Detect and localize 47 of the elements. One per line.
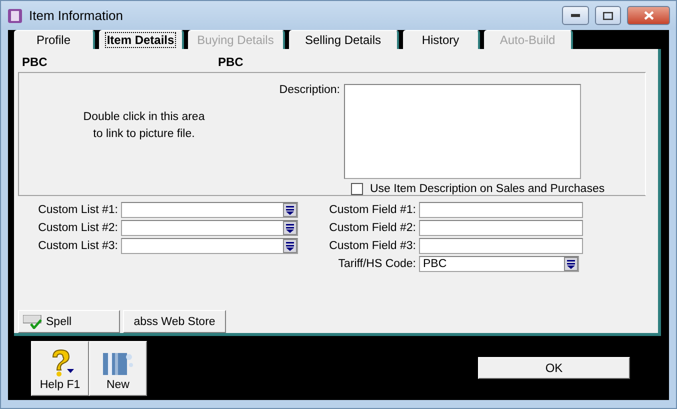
picture-hint: Double click in this area to link to picture file. [82, 110, 206, 142]
checkbox-label: Use Item Description on Sales and Purchases [370, 183, 605, 195]
item-number: PBC [21, 55, 48, 69]
field-label: Custom Field #2: [328, 222, 416, 234]
dropdown-icon [286, 224, 294, 232]
minimize-icon [571, 14, 580, 18]
help-button[interactable]: Help F1 [31, 341, 89, 396]
maximize-button[interactable] [595, 6, 621, 25]
tab[interactable]: Profile [14, 30, 95, 49]
field-label: Description: [279, 84, 340, 98]
window-title: Item Information [29, 8, 124, 23]
new-button[interactable]: New [89, 341, 147, 396]
text-field[interactable] [419, 202, 583, 218]
item-name: PBC [218, 55, 244, 69]
ok-button[interactable]: OK [478, 357, 630, 379]
minimize-button[interactable] [562, 6, 589, 25]
dropdown-icon [286, 242, 294, 250]
dropdown-icon [567, 260, 575, 268]
dropdown-button[interactable] [283, 221, 297, 235]
description-field[interactable] [344, 84, 581, 179]
dropdown-button[interactable] [564, 257, 578, 271]
text-field[interactable] [419, 238, 583, 254]
dropdown-button[interactable] [283, 239, 297, 253]
tab[interactable]: Item Details [99, 30, 184, 49]
field-label: Custom List #2: [37, 222, 118, 234]
dropdown-icon [286, 206, 294, 214]
tab[interactable]: History [403, 30, 480, 49]
tab[interactable]: Selling Details [289, 30, 399, 49]
close-icon [644, 11, 654, 20]
field-label: Custom List #1: [37, 204, 118, 216]
spell-button[interactable]: Spell [18, 310, 120, 333]
maximize-icon [603, 12, 613, 20]
dropdown-button[interactable] [283, 203, 297, 217]
field-label: Custom Field #1: [328, 204, 416, 216]
close-button[interactable] [627, 6, 670, 25]
field-label: Custom List #3: [37, 240, 118, 252]
app-icon [7, 8, 23, 24]
field-label: Tariff/HS Code: [337, 258, 416, 270]
dropdown-field[interactable] [121, 202, 298, 218]
web-store-button[interactable]: abss Web Store [123, 310, 226, 333]
dropdown-field[interactable]: PBC [419, 256, 579, 272]
text-field[interactable] [419, 220, 583, 236]
checkbox[interactable] [351, 183, 363, 195]
dropdown-field[interactable] [121, 238, 298, 254]
dropdown-field[interactable] [121, 220, 298, 236]
field-label: Custom Field #3: [328, 240, 416, 252]
spellcheck-icon [23, 314, 43, 328]
